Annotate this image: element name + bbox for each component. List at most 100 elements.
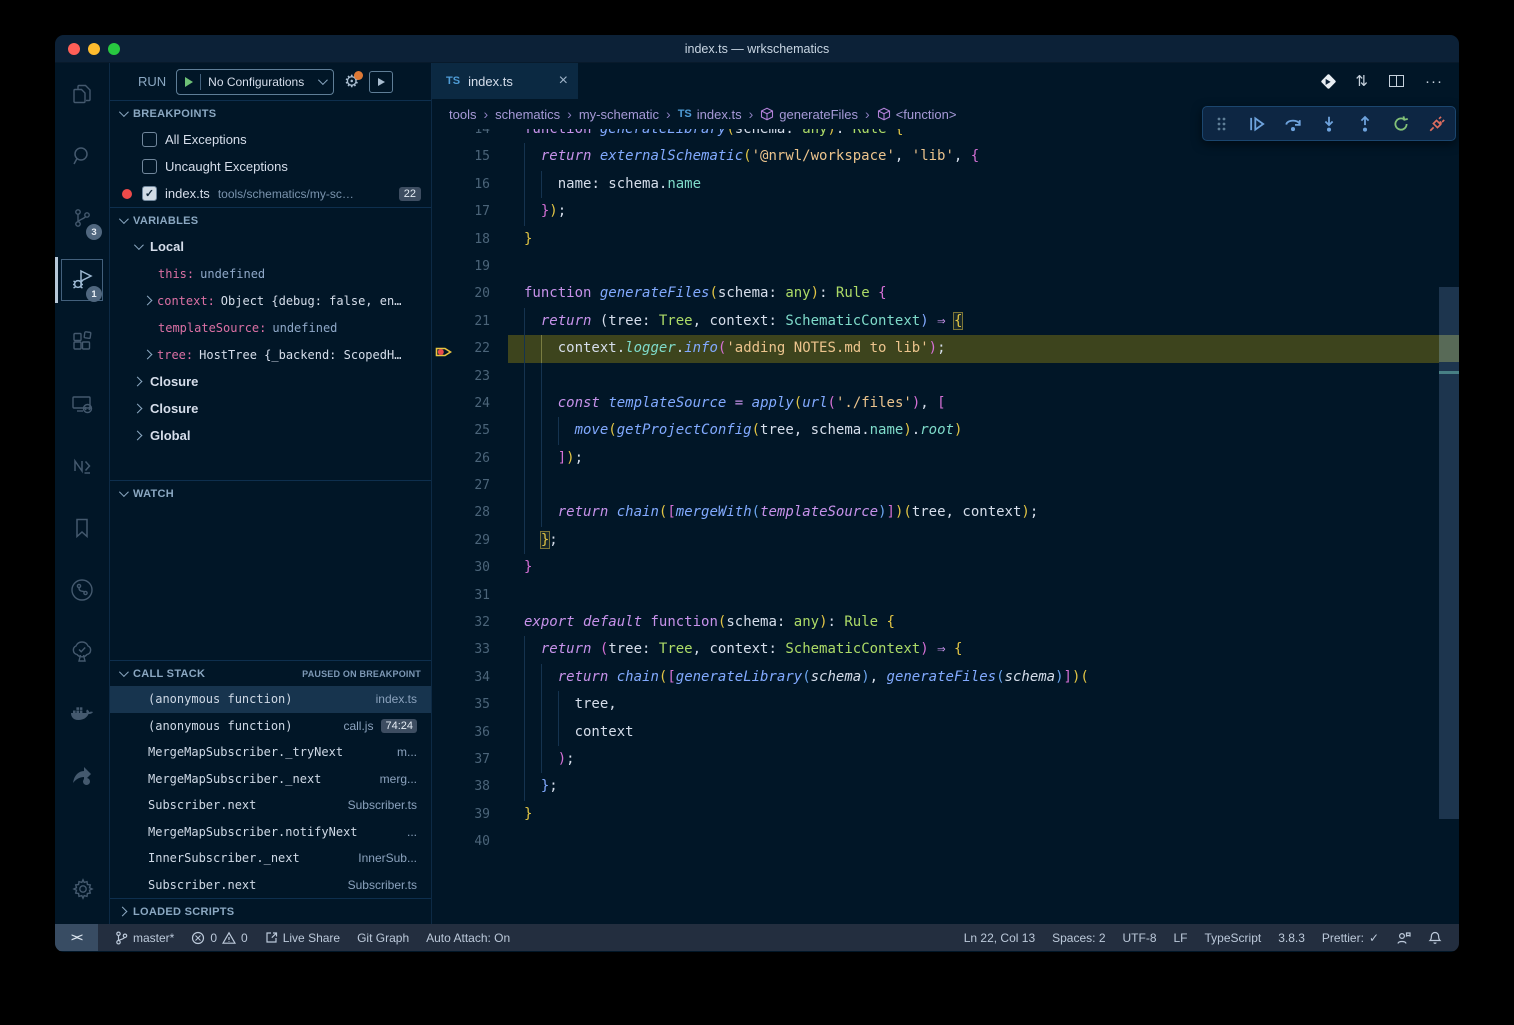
close-tab-icon[interactable]: × (559, 73, 568, 89)
call-stack-frame[interactable]: Subscriber.nextSubscriber.ts (110, 872, 431, 899)
status-encoding[interactable]: UTF-8 (1123, 931, 1157, 945)
debug-console-button[interactable] (369, 71, 393, 93)
breadcrumb-symbol-generateFiles[interactable]: generateFiles (760, 107, 858, 122)
disconnect-button[interactable] (1424, 111, 1450, 137)
gitlens-icon[interactable] (1321, 73, 1337, 89)
activity-source-control[interactable]: 3 (55, 187, 109, 249)
breadcrumb-file[interactable]: TS index.ts (678, 107, 742, 122)
status-live-share[interactable]: Live Share (265, 931, 340, 945)
variable-scope[interactable]: Local (110, 233, 431, 260)
breakpoint-checkbox[interactable] (142, 132, 157, 147)
tab-index-ts[interactable]: TS index.ts × (432, 63, 578, 99)
call-stack-header[interactable]: CALL STACK PAUSED ON BREAKPOINT (110, 660, 431, 686)
activity-remote-explorer[interactable] (55, 373, 109, 435)
compare-changes-icon[interactable]: ⇅ (1355, 72, 1368, 90)
activity-manage[interactable] (55, 858, 110, 920)
status-indentation[interactable]: Spaces: 2 (1052, 931, 1105, 945)
editor-scrollbar[interactable] (1439, 129, 1459, 924)
start-debug-icon[interactable] (185, 77, 193, 87)
call-stack-frame[interactable]: MergeMapSubscriber._tryNextm... (110, 739, 431, 766)
launch-configuration-dropdown[interactable]: No Configurations (176, 69, 334, 95)
code-text: export default function(schema: any): Ru… (524, 614, 895, 630)
variables-header[interactable]: VARIABLES (110, 207, 431, 233)
configure-gear-button[interactable]: ⚙ (344, 73, 359, 90)
status-notifications[interactable] (1428, 931, 1442, 945)
variable-item[interactable]: tree:HostTree {_backend: ScopedH… (110, 341, 431, 368)
line-number: 31 (460, 582, 490, 609)
call-stack-frame[interactable]: MergeMapSubscriber._nextmerg... (110, 766, 431, 793)
variable-item[interactable]: context:Object {debug: false, en… (110, 287, 431, 314)
split-editor-icon[interactable] (1389, 75, 1404, 87)
breakpoint-line-badge: 22 (399, 187, 421, 201)
variable-scope[interactable]: Closure (110, 395, 431, 422)
line-number: 24 (460, 390, 490, 417)
step-into-button[interactable] (1316, 111, 1342, 137)
call-stack-frame[interactable]: Subscriber.nextSubscriber.ts (110, 792, 431, 819)
code-line: 37 ); (432, 746, 1459, 773)
activity-run-debug[interactable]: 1 (55, 249, 109, 311)
activity-testing[interactable] (55, 621, 109, 683)
continue-button[interactable] (1244, 111, 1270, 137)
status-cursor-position[interactable]: Ln 22, Col 13 (964, 931, 1035, 945)
call-stack-frame[interactable]: MergeMapSubscriber.notifyNext... (110, 819, 431, 846)
call-stack-frame[interactable]: (anonymous function)index.ts (110, 686, 431, 713)
typescript-file-icon: TS (446, 75, 460, 87)
activity-extensions[interactable] (55, 311, 109, 373)
status-language[interactable]: TypeScript (1205, 931, 1262, 945)
activity-share[interactable] (55, 745, 109, 807)
activity-explorer[interactable] (55, 63, 109, 125)
variable-item[interactable]: templateSource:undefined (110, 314, 431, 341)
frame-file: merg... (370, 772, 417, 786)
status-auto-attach[interactable]: Auto Attach: On (426, 931, 510, 945)
status-git-graph[interactable]: Git Graph (357, 931, 409, 945)
status-feedback[interactable] (1396, 931, 1411, 945)
status-prettier[interactable]: Prettier:✓ (1322, 931, 1379, 945)
status-bar: >< master* 0 0 Live Share Git Graph Auto… (55, 924, 1459, 951)
line-number: 23 (460, 363, 490, 390)
breadcrumb-tools[interactable]: tools (449, 107, 476, 122)
activity-search[interactable] (55, 125, 109, 187)
activity-git-graph[interactable] (55, 559, 109, 621)
close-window-button[interactable] (68, 43, 80, 55)
files-icon (70, 82, 94, 106)
indent-guide (524, 363, 525, 390)
step-out-button[interactable] (1352, 111, 1378, 137)
activity-docker[interactable] (55, 683, 109, 745)
code-editor[interactable]: 14function generateLibrary(schema: any):… (432, 129, 1459, 924)
remote-indicator[interactable]: >< (55, 924, 98, 951)
breakpoints-header[interactable]: BREAKPOINTS (110, 100, 431, 126)
watch-header[interactable]: WATCH (110, 480, 431, 506)
step-over-button[interactable] (1280, 111, 1306, 137)
minimize-window-button[interactable] (88, 43, 100, 55)
code-line: 38 }; (432, 773, 1459, 800)
status-branch[interactable]: master* (115, 931, 174, 945)
scrollbar-slider[interactable] (1439, 287, 1459, 819)
restart-button[interactable] (1388, 111, 1414, 137)
breakpoint-item[interactable]: ✓index.tstools/schematics/my-sch...22 (110, 180, 431, 207)
chevron-down-icon (119, 487, 129, 497)
loaded-scripts-header[interactable]: LOADED SCRIPTS (110, 898, 431, 924)
code-lines: 14function generateLibrary(schema: any):… (432, 129, 1459, 856)
status-eol[interactable]: LF (1174, 931, 1188, 945)
variable-scope[interactable]: Closure (110, 368, 431, 395)
activity-bookmarks[interactable] (55, 497, 109, 559)
activity-nx-console[interactable] (55, 435, 109, 497)
call-stack-frame[interactable]: (anonymous function)call.js74:24 (110, 713, 431, 740)
variable-scope[interactable]: Global (110, 422, 431, 449)
code-text: }; (524, 778, 558, 794)
toolbar-drag-handle[interactable] (1208, 111, 1234, 137)
breadcrumb-symbol-function[interactable]: <function> (877, 107, 957, 122)
breadcrumb-my-schematic[interactable]: my-schematic (579, 107, 659, 122)
breakpoint-checkbox[interactable] (142, 159, 157, 174)
breakpoint-checkbox[interactable]: ✓ (142, 186, 157, 201)
breadcrumb-schematics[interactable]: schematics (495, 107, 560, 122)
zoom-window-button[interactable] (108, 43, 120, 55)
variable-item[interactable]: this:undefined (110, 260, 431, 287)
call-stack-frame[interactable]: InnerSubscriber._nextInnerSub... (110, 845, 431, 872)
status-ts-version[interactable]: 3.8.3 (1278, 931, 1305, 945)
breakpoint-item[interactable]: All Exceptions (110, 126, 431, 153)
more-actions-icon[interactable]: ··· (1425, 73, 1443, 90)
breakpoint-item[interactable]: Uncaught Exceptions (110, 153, 431, 180)
code-line: 16 name: schema.name (432, 171, 1459, 198)
status-problems[interactable]: 0 0 (191, 931, 247, 945)
